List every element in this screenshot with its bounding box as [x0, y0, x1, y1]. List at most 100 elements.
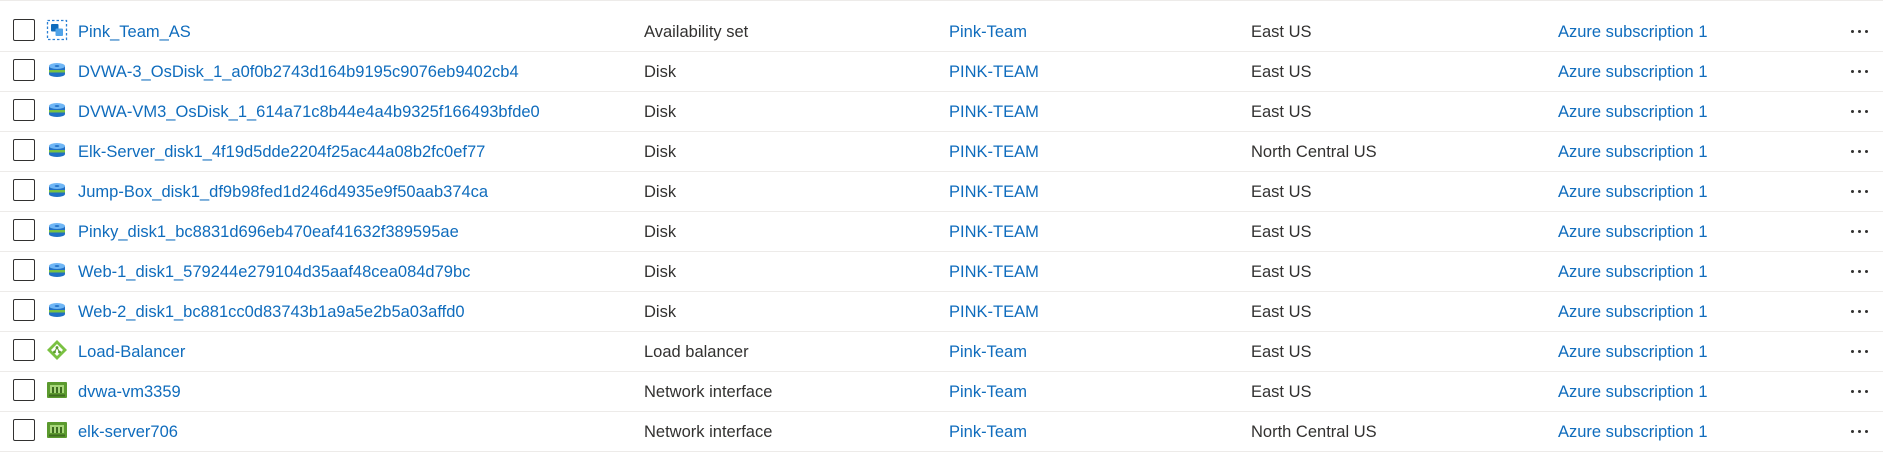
- resource-group-link[interactable]: PINK-TEAM: [949, 302, 1039, 322]
- resource-type: Disk: [644, 303, 677, 321]
- disk-icon: [46, 219, 68, 241]
- resource-name-link[interactable]: Load-Balancer: [78, 342, 185, 362]
- table-row: Load-Balancer Load balancer Pink-Team Ea…: [0, 332, 1883, 372]
- resource-location: North Central US: [1251, 143, 1377, 161]
- table-row: Pink_Team_AS Availability set Pink-Team …: [0, 12, 1883, 52]
- resource-type: Disk: [644, 223, 677, 241]
- row-checkbox[interactable]: [13, 19, 35, 41]
- row-checkbox[interactable]: [13, 179, 35, 201]
- table-row: Jump-Box_disk1_df9b98fed1d246d4935e9f50a…: [0, 172, 1883, 212]
- resource-group-link[interactable]: PINK-TEAM: [949, 182, 1039, 202]
- resource-group-link[interactable]: Pink-Team: [949, 22, 1027, 42]
- disk-icon: [46, 179, 68, 201]
- table-row: elk-server706 Network interface Pink-Tea…: [0, 412, 1883, 452]
- resource-location: East US: [1251, 23, 1312, 41]
- resource-name-link[interactable]: Jump-Box_disk1_df9b98fed1d246d4935e9f50a…: [78, 182, 488, 202]
- table-row: Elk-Server_disk1_4f19d5dde2204f25ac44a08…: [0, 132, 1883, 172]
- resource-location: North Central US: [1251, 423, 1377, 441]
- table-row: DVWA-VM3_OsDisk_1_614a71c8b44e4a4b9325f1…: [0, 92, 1883, 132]
- more-actions-button[interactable]: [1848, 141, 1874, 161]
- row-checkbox[interactable]: [13, 419, 35, 441]
- resource-name-link[interactable]: Web-2_disk1_bc881cc0d83743b1a9a5e2b5a03a…: [78, 302, 465, 322]
- more-actions-button[interactable]: [1848, 341, 1874, 361]
- resource-group-link[interactable]: PINK-TEAM: [949, 142, 1039, 162]
- row-checkbox[interactable]: [13, 219, 35, 241]
- resource-location: East US: [1251, 63, 1312, 81]
- resource-table: Pink_Team_AS Availability set Pink-Team …: [0, 12, 1883, 452]
- subscription-link[interactable]: Azure subscription 1: [1558, 302, 1708, 322]
- subscription-link[interactable]: Azure subscription 1: [1558, 382, 1708, 402]
- row-checkbox[interactable]: [13, 259, 35, 281]
- resource-type: Disk: [644, 143, 677, 161]
- disk-icon: [46, 259, 68, 281]
- resource-group-link[interactable]: PINK-TEAM: [949, 222, 1039, 242]
- more-actions-button[interactable]: [1848, 181, 1874, 201]
- load-balancer-icon: [46, 339, 68, 361]
- resource-location: East US: [1251, 303, 1312, 321]
- table-row: Pinky_disk1_bc8831d696eb470eaf41632f3895…: [0, 212, 1883, 252]
- resource-type: Disk: [644, 103, 677, 121]
- resource-name-link[interactable]: DVWA-VM3_OsDisk_1_614a71c8b44e4a4b9325f1…: [78, 102, 540, 122]
- more-actions-button[interactable]: [1848, 381, 1874, 401]
- resource-type: Network interface: [644, 423, 773, 441]
- row-checkbox[interactable]: [13, 59, 35, 81]
- resource-name-link[interactable]: dvwa-vm3359: [78, 382, 181, 402]
- resource-name-link[interactable]: Pinky_disk1_bc8831d696eb470eaf41632f3895…: [78, 222, 459, 242]
- network-interface-icon: [46, 379, 68, 401]
- more-actions-button[interactable]: [1848, 21, 1874, 41]
- table-top-divider: [0, 0, 1883, 1]
- resource-group-link[interactable]: PINK-TEAM: [949, 62, 1039, 82]
- resource-name-link[interactable]: elk-server706: [78, 422, 178, 442]
- row-checkbox[interactable]: [13, 99, 35, 121]
- table-row: DVWA-3_OsDisk_1_a0f0b2743d164b9195c9076e…: [0, 52, 1883, 92]
- resource-type: Disk: [644, 263, 677, 281]
- network-interface-icon: [46, 419, 68, 441]
- resource-name-link[interactable]: DVWA-3_OsDisk_1_a0f0b2743d164b9195c9076e…: [78, 62, 519, 82]
- resource-group-link[interactable]: Pink-Team: [949, 422, 1027, 442]
- resource-type: Disk: [644, 183, 677, 201]
- resource-location: East US: [1251, 183, 1312, 201]
- row-checkbox[interactable]: [13, 299, 35, 321]
- row-checkbox[interactable]: [13, 379, 35, 401]
- availability-set-icon: [46, 19, 68, 41]
- subscription-link[interactable]: Azure subscription 1: [1558, 22, 1708, 42]
- subscription-link[interactable]: Azure subscription 1: [1558, 422, 1708, 442]
- resource-group-link[interactable]: PINK-TEAM: [949, 102, 1039, 122]
- more-actions-button[interactable]: [1848, 221, 1874, 241]
- more-actions-button[interactable]: [1848, 61, 1874, 81]
- table-row: dvwa-vm3359 Network interface Pink-Team …: [0, 372, 1883, 412]
- subscription-link[interactable]: Azure subscription 1: [1558, 62, 1708, 82]
- subscription-link[interactable]: Azure subscription 1: [1558, 142, 1708, 162]
- resource-location: East US: [1251, 263, 1312, 281]
- resource-location: East US: [1251, 103, 1312, 121]
- resource-type: Network interface: [644, 383, 773, 401]
- subscription-link[interactable]: Azure subscription 1: [1558, 182, 1708, 202]
- resource-type: Load balancer: [644, 343, 749, 361]
- resource-location: East US: [1251, 383, 1312, 401]
- disk-icon: [46, 59, 68, 81]
- more-actions-button[interactable]: [1848, 301, 1874, 321]
- resource-group-link[interactable]: Pink-Team: [949, 342, 1027, 362]
- subscription-link[interactable]: Azure subscription 1: [1558, 342, 1708, 362]
- resource-name-link[interactable]: Pink_Team_AS: [78, 22, 191, 42]
- table-row: Web-1_disk1_579244e279104d35aaf48cea084d…: [0, 252, 1883, 292]
- subscription-link[interactable]: Azure subscription 1: [1558, 102, 1708, 122]
- row-checkbox[interactable]: [13, 139, 35, 161]
- table-row: Web-2_disk1_bc881cc0d83743b1a9a5e2b5a03a…: [0, 292, 1883, 332]
- more-actions-button[interactable]: [1848, 261, 1874, 281]
- resource-location: East US: [1251, 343, 1312, 361]
- resource-name-link[interactable]: Web-1_disk1_579244e279104d35aaf48cea084d…: [78, 262, 470, 282]
- subscription-link[interactable]: Azure subscription 1: [1558, 262, 1708, 282]
- resource-name-link[interactable]: Elk-Server_disk1_4f19d5dde2204f25ac44a08…: [78, 142, 485, 162]
- resource-type: Availability set: [644, 23, 749, 41]
- row-checkbox[interactable]: [13, 339, 35, 361]
- resource-group-link[interactable]: PINK-TEAM: [949, 262, 1039, 282]
- more-actions-button[interactable]: [1848, 421, 1874, 441]
- subscription-link[interactable]: Azure subscription 1: [1558, 222, 1708, 242]
- resource-group-link[interactable]: Pink-Team: [949, 382, 1027, 402]
- disk-icon: [46, 99, 68, 121]
- resource-location: East US: [1251, 223, 1312, 241]
- disk-icon: [46, 299, 68, 321]
- disk-icon: [46, 139, 68, 161]
- more-actions-button[interactable]: [1848, 101, 1874, 121]
